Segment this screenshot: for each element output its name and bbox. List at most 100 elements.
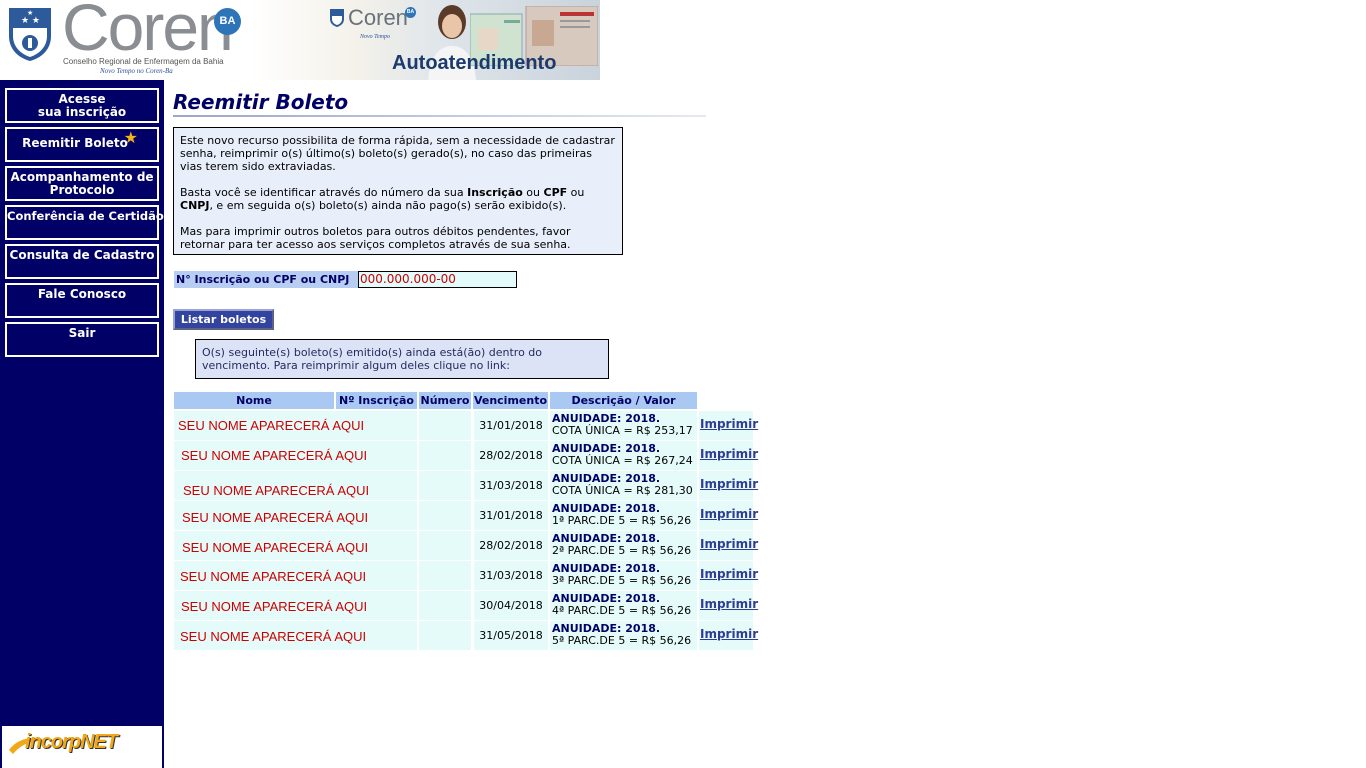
desc-title: ANUIDADE: 2018.: [552, 412, 661, 425]
row-vencimento: 30/04/2018: [474, 591, 548, 620]
link-cell: Imprimir: [699, 441, 758, 470]
desc-value: COTA ÚNICA = R$ 267,24: [552, 454, 693, 467]
desc-title: ANUIDADE: 2018.: [552, 622, 661, 635]
imprimir-link[interactable]: Imprimir: [700, 537, 758, 551]
incorpnet-logo-text: incorpNET: [25, 731, 118, 753]
link-cell: Imprimir: [699, 591, 758, 620]
name-cell: SEU NOME APARECERÁ AQUI: [174, 561, 417, 590]
desc-value: 2ª PARC.DE 5 = R$ 56,26: [552, 544, 692, 557]
desc-value: COTA ÚNICA = R$ 281,30: [552, 484, 693, 497]
star-icon: ★: [123, 128, 138, 147]
name-cell: SEU NOME APARECERÁ AQUI: [174, 441, 417, 470]
svg-text:★: ★: [27, 9, 33, 17]
desc-title: ANUIDADE: 2018.: [552, 502, 661, 515]
imprimir-link[interactable]: Imprimir: [700, 597, 758, 611]
table-header: Vencimento: [473, 392, 548, 409]
name-cell: SEU NOME APARECERÁ AQUI: [174, 621, 417, 650]
row-descricao: ANUIDADE: 2018. 5ª PARC.DE 5 = R$ 56,26: [550, 621, 697, 650]
link-cell: Imprimir: [699, 621, 758, 650]
name-cell: SEU NOME APARECERÁ AQUI: [174, 501, 417, 530]
brand-subtitle: Conselho Regional de Enfermagem da Bahia: [63, 57, 224, 66]
row-descricao: ANUIDADE: 2018. COTA ÚNICA = R$ 281,30: [550, 471, 697, 500]
row-vencimento: 31/05/2018: [474, 621, 548, 650]
table-header: Número: [419, 392, 471, 409]
numero-cell: [419, 531, 471, 560]
row-vencimento: 31/01/2018: [474, 501, 548, 530]
row-vencimento: 31/03/2018: [474, 471, 548, 500]
banner-title: Autoatendimento: [392, 52, 557, 74]
row-name: SEU NOME APARECERÁ AQUI: [180, 569, 367, 584]
imprimir-link[interactable]: Imprimir: [700, 567, 758, 581]
sidebar-item-reemitir-boleto[interactable]: Reemitir Boleto ★: [5, 127, 159, 162]
info-paragraph: Este novo recurso possibilita de forma r…: [180, 134, 615, 173]
name-cell: SEU NOME APARECERÁ AQUI: [174, 471, 417, 500]
banner-badge: BA: [405, 7, 416, 18]
info-paragraph: Mas para imprimir outros boletos para ou…: [180, 225, 571, 251]
sidebar-item-label: Fale Conosco: [37, 287, 127, 301]
listar-boletos-button[interactable]: Listar boletos: [173, 309, 274, 330]
banner-shield-icon: [330, 9, 344, 27]
link-cell: Imprimir: [699, 561, 758, 590]
row-descricao: ANUIDADE: 2018. COTA ÚNICA = R$ 267,24: [550, 441, 697, 470]
link-cell: Imprimir: [699, 531, 758, 560]
numero-cell: [419, 501, 471, 530]
sidebar-item-conferencia-certidao[interactable]: Conferência de Certidão: [5, 205, 164, 240]
table-header: Descrição / Valor: [550, 392, 697, 409]
svg-text:★ ★: ★ ★: [21, 16, 40, 26]
row-descricao: ANUIDADE: 2018. COTA ÚNICA = R$ 253,17: [550, 411, 697, 440]
desc-title: ANUIDADE: 2018.: [552, 442, 661, 455]
row-vencimento: 31/01/2018: [474, 411, 548, 440]
name-cell: SEU NOME APARECERÁ AQUI: [174, 531, 417, 560]
numero-cell: [419, 471, 471, 500]
name-cell: SEU NOME APARECERÁ AQUI: [174, 411, 417, 440]
row-name: SEU NOME APARECERÁ AQUI: [181, 448, 368, 463]
coren-shield-icon: ★ ★ ★: [9, 8, 51, 61]
row-descricao: ANUIDADE: 2018. 2ª PARC.DE 5 = R$ 56,26: [550, 531, 697, 560]
numero-cell: [419, 591, 471, 620]
sidebar-item-label: Acompanhamento de: [10, 170, 154, 184]
desc-value: 4ª PARC.DE 5 = R$ 56,26: [552, 604, 692, 617]
imprimir-link[interactable]: Imprimir: [700, 417, 758, 431]
main-content: Reemitir Boleto Este novo recurso possib…: [164, 80, 1366, 768]
imprimir-link[interactable]: Imprimir: [700, 627, 758, 641]
title-divider: [173, 115, 706, 117]
imprimir-link[interactable]: Imprimir: [700, 477, 758, 491]
row-name: SEU NOME APARECERÁ AQUI: [181, 599, 368, 614]
link-cell: Imprimir: [699, 411, 758, 440]
sidebar-item-label: Protocolo: [49, 183, 115, 197]
sidebar-item-label: Conferência de Certidão: [7, 209, 164, 223]
sidebar-item-acesse-inscricao[interactable]: Acesse sua inscrição: [5, 88, 159, 123]
row-vencimento: 28/02/2018: [474, 531, 548, 560]
sidebar: Acesse sua inscrição Reemitir Boleto ★ A…: [0, 80, 164, 768]
row-descricao: ANUIDADE: 2018. 4ª PARC.DE 5 = R$ 56,26: [550, 591, 697, 620]
desc-title: ANUIDADE: 2018.: [552, 592, 661, 605]
table-header: Nome: [174, 392, 334, 409]
link-cell: Imprimir: [699, 501, 758, 530]
imprimir-link[interactable]: Imprimir: [700, 507, 758, 521]
sidebar-item-sair[interactable]: Sair: [5, 322, 159, 357]
page-header: ★ ★ ★ Coren BA Conselho Regional de Enfe…: [0, 0, 1366, 80]
sidebar-item-consulta-cadastro[interactable]: Consulta de Cadastro: [5, 244, 159, 279]
row-name: SEU NOME APARECERÁ AQUI: [182, 540, 369, 555]
brand-badge: BA: [214, 8, 241, 35]
row-name: SEU NOME APARECERÁ AQUI: [183, 483, 370, 498]
inscricao-cpf-cnpj-input[interactable]: 000.000.000-00: [358, 271, 517, 288]
sidebar-item-label: Acesse: [58, 92, 106, 106]
info-text: , e em seguida o(s) boleto(s) ainda não …: [209, 199, 567, 212]
numero-cell: [419, 561, 471, 590]
brand-name: Coren: [62, 0, 234, 64]
banner-brand: Coren: [348, 5, 408, 30]
coren-logo[interactable]: ★ ★ ★ Coren BA Conselho Regional de Enfe…: [0, 0, 248, 80]
sidebar-item-fale-conosco[interactable]: Fale Conosco: [5, 283, 159, 318]
imprimir-link[interactable]: Imprimir: [700, 447, 758, 461]
sidebar-item-acompanhamento-protocolo[interactable]: Acompanhamento de Protocolo: [5, 166, 159, 201]
desc-title: ANUIDADE: 2018.: [552, 532, 661, 545]
sidebar-item-label: Sair: [68, 326, 96, 340]
desc-value: 1ª PARC.DE 5 = R$ 56,26: [552, 514, 692, 527]
info-text: ou: [522, 186, 544, 199]
numero-cell: [419, 441, 471, 470]
incorpnet-logo[interactable]: incorpNET: [2, 726, 162, 768]
row-name: SEU NOME APARECERÁ AQUI: [180, 629, 367, 644]
notice-box: O(s) seguinte(s) boleto(s) emitido(s) ai…: [195, 339, 609, 379]
name-cell: SEU NOME APARECERÁ AQUI: [174, 591, 417, 620]
